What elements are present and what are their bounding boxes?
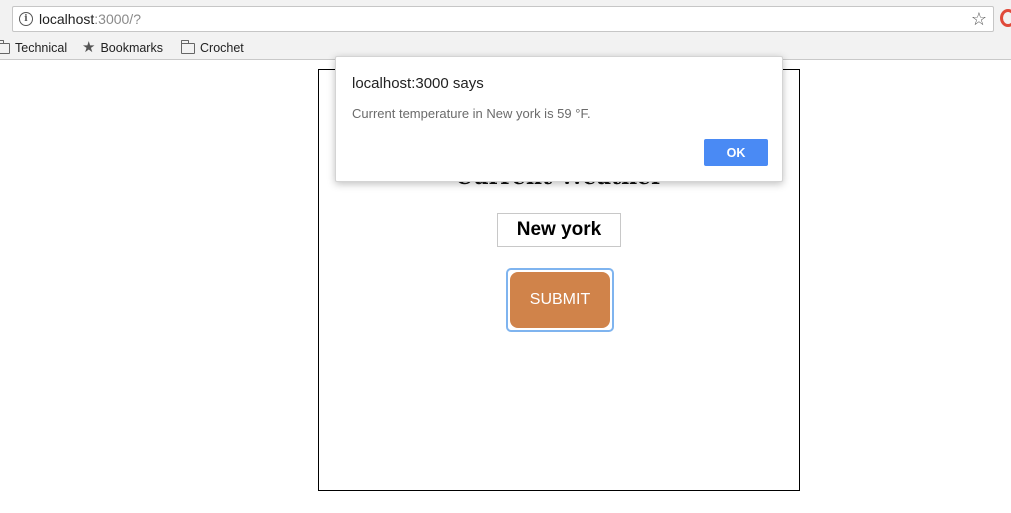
bookmark-technical[interactable]: Technical xyxy=(0,39,67,57)
url-text[interactable]: localhost:3000/? xyxy=(39,11,141,27)
bookmark-bookmarks[interactable]: ★ Bookmarks xyxy=(82,39,163,57)
info-icon[interactable]: i xyxy=(19,12,33,26)
submit-button[interactable]: SUBMIT xyxy=(510,272,610,328)
bookmark-star-icon[interactable]: ☆ xyxy=(971,8,987,30)
bookmark-label: Crochet xyxy=(200,41,244,55)
address-bar[interactable]: i localhost:3000/? ☆ xyxy=(12,6,994,32)
url-path: :3000/? xyxy=(94,11,141,27)
bookmark-label: Technical xyxy=(15,41,68,55)
folder-icon xyxy=(181,39,195,54)
extension-icon[interactable] xyxy=(1000,9,1011,27)
bookmark-label: Bookmarks xyxy=(100,41,163,55)
submit-focus-ring: SUBMIT xyxy=(506,268,614,332)
alert-message: Current temperature in New york is 59 °F… xyxy=(352,106,591,121)
star-icon: ★ xyxy=(82,39,96,56)
city-input[interactable] xyxy=(497,213,621,247)
alert-dialog: localhost:3000 says Current temperature … xyxy=(335,56,783,182)
bookmark-crochet[interactable]: Crochet xyxy=(181,39,244,57)
browser-toolbar: i localhost:3000/? ☆ xyxy=(0,0,1011,36)
ok-button[interactable]: OK xyxy=(704,139,768,166)
alert-title: localhost:3000 says xyxy=(352,75,484,92)
folder-icon xyxy=(0,39,10,54)
url-host: localhost xyxy=(39,11,95,27)
